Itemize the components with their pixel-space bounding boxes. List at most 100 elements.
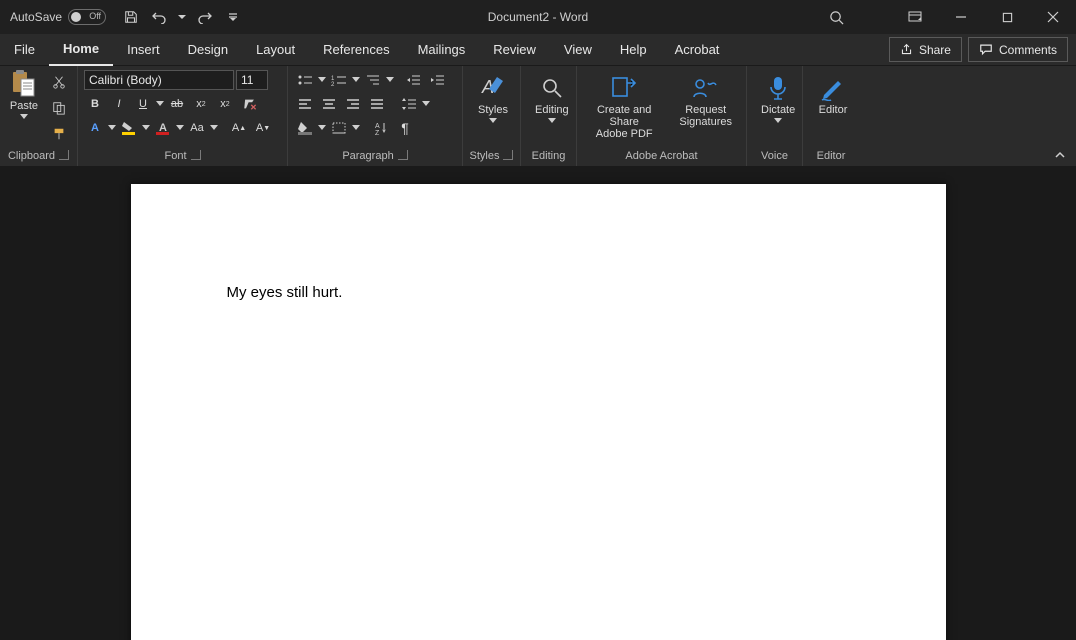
line-spacing-dropdown[interactable] bbox=[422, 94, 430, 114]
superscript-button[interactable]: x2 bbox=[214, 94, 236, 114]
collapse-ribbon-button[interactable] bbox=[1054, 150, 1066, 160]
underline-button[interactable]: U bbox=[132, 94, 154, 114]
change-case-dropdown[interactable] bbox=[210, 118, 218, 138]
copy-icon bbox=[52, 101, 66, 115]
close-button[interactable] bbox=[1030, 0, 1076, 34]
copy-button[interactable] bbox=[48, 98, 70, 118]
search-button[interactable] bbox=[826, 7, 846, 27]
line-spacing-button[interactable] bbox=[398, 94, 420, 114]
tab-mailings[interactable]: Mailings bbox=[404, 34, 480, 66]
microphone-icon bbox=[767, 75, 789, 101]
font-size-select[interactable]: 11 bbox=[236, 70, 268, 90]
tab-references[interactable]: References bbox=[309, 34, 403, 66]
bold-button[interactable]: B bbox=[84, 94, 106, 114]
grow-font-button[interactable]: A▲ bbox=[228, 118, 250, 138]
multilevel-dropdown[interactable] bbox=[386, 70, 394, 90]
format-painter-button[interactable] bbox=[48, 124, 70, 144]
shading-button[interactable] bbox=[294, 118, 316, 138]
tab-layout[interactable]: Layout bbox=[242, 34, 309, 66]
autosave-toggle[interactable]: Off bbox=[68, 9, 106, 25]
redo-button[interactable] bbox=[196, 8, 214, 26]
comments-button[interactable]: Comments bbox=[968, 37, 1068, 62]
dictate-button[interactable]: Dictate bbox=[753, 70, 803, 128]
text-effects-dropdown[interactable] bbox=[108, 118, 116, 138]
save-icon bbox=[124, 10, 138, 24]
ribbon-tabs: FileHomeInsertDesignLayoutReferencesMail… bbox=[0, 34, 1076, 66]
highlight-dropdown[interactable] bbox=[142, 118, 150, 138]
styles-launcher[interactable] bbox=[503, 150, 513, 160]
decrease-indent-icon bbox=[406, 74, 420, 86]
share-icon bbox=[900, 43, 913, 56]
styles-button[interactable]: A Styles bbox=[469, 70, 517, 128]
editor-button[interactable]: Editor bbox=[809, 70, 857, 120]
undo-button[interactable] bbox=[150, 8, 168, 26]
borders-dropdown[interactable] bbox=[352, 118, 360, 138]
document-body-text[interactable]: My eyes still hurt. bbox=[227, 284, 850, 301]
undo-icon bbox=[151, 10, 167, 24]
paragraph-launcher[interactable] bbox=[398, 150, 408, 160]
tab-design[interactable]: Design bbox=[174, 34, 242, 66]
chevron-up-icon bbox=[1054, 150, 1066, 160]
decrease-indent-button[interactable] bbox=[402, 70, 424, 90]
share-button[interactable]: Share bbox=[889, 37, 962, 62]
highlight-button[interactable] bbox=[118, 118, 140, 138]
numbering-button[interactable]: 12 bbox=[328, 70, 350, 90]
editing-group-label: Editing bbox=[532, 150, 566, 162]
comments-label: Comments bbox=[999, 43, 1057, 57]
borders-button[interactable] bbox=[328, 118, 350, 138]
create-share-pdf-button[interactable]: Create and ShareAdobe PDF bbox=[583, 70, 665, 144]
styles-label: Styles bbox=[478, 104, 508, 116]
bullets-dropdown[interactable] bbox=[318, 70, 326, 90]
tab-file[interactable]: File bbox=[0, 34, 49, 66]
sort-button[interactable]: AZ bbox=[370, 118, 392, 138]
shrink-font-button[interactable]: A▼ bbox=[252, 118, 274, 138]
show-hide-button[interactable]: ¶ bbox=[394, 118, 416, 138]
subscript-button[interactable]: x2 bbox=[190, 94, 212, 114]
tab-home[interactable]: Home bbox=[49, 34, 113, 66]
font-color-dropdown[interactable] bbox=[176, 118, 184, 138]
cut-button[interactable] bbox=[48, 72, 70, 92]
change-case-button[interactable]: Aa bbox=[186, 118, 208, 138]
tab-help[interactable]: Help bbox=[606, 34, 661, 66]
shading-dropdown[interactable] bbox=[318, 118, 326, 138]
increase-indent-button[interactable] bbox=[426, 70, 448, 90]
clear-formatting-button[interactable] bbox=[238, 94, 260, 114]
justify-icon bbox=[370, 98, 384, 110]
share-label: Share bbox=[919, 43, 951, 57]
bullets-button[interactable] bbox=[294, 70, 316, 90]
document-area[interactable]: My eyes still hurt. bbox=[0, 166, 1076, 640]
clipboard-launcher[interactable] bbox=[59, 150, 69, 160]
tab-acrobat[interactable]: Acrobat bbox=[661, 34, 734, 66]
save-button[interactable] bbox=[122, 8, 140, 26]
tab-insert[interactable]: Insert bbox=[113, 34, 174, 66]
page[interactable]: My eyes still hurt. bbox=[131, 184, 946, 640]
align-right-button[interactable] bbox=[342, 94, 364, 114]
svg-text:2: 2 bbox=[331, 82, 335, 86]
close-icon bbox=[1047, 11, 1059, 23]
justify-button[interactable] bbox=[366, 94, 388, 114]
tab-view[interactable]: View bbox=[550, 34, 606, 66]
group-editor: Editor Editor bbox=[803, 66, 859, 166]
text-effects-button[interactable]: A bbox=[84, 118, 106, 138]
underline-dropdown[interactable] bbox=[156, 94, 164, 114]
strikethrough-button[interactable]: ab bbox=[166, 94, 188, 114]
align-center-button[interactable] bbox=[318, 94, 340, 114]
minimize-icon bbox=[955, 11, 967, 23]
minimize-button[interactable] bbox=[938, 0, 984, 34]
font-color-button[interactable]: A bbox=[152, 118, 174, 138]
maximize-button[interactable] bbox=[984, 0, 1030, 34]
paste-button[interactable]: Paste bbox=[6, 70, 42, 120]
qat-customize[interactable] bbox=[224, 8, 242, 26]
font-launcher[interactable] bbox=[191, 150, 201, 160]
request-signatures-button[interactable]: RequestSignatures bbox=[671, 70, 740, 132]
editing-button[interactable]: Editing bbox=[527, 70, 577, 128]
align-left-button[interactable] bbox=[294, 94, 316, 114]
tab-review[interactable]: Review bbox=[479, 34, 550, 66]
numbering-dropdown[interactable] bbox=[352, 70, 360, 90]
ribbon-display-options[interactable] bbox=[892, 0, 938, 34]
group-clipboard: Paste Clipboard bbox=[0, 66, 78, 166]
multilevel-list-button[interactable] bbox=[362, 70, 384, 90]
undo-dropdown[interactable] bbox=[178, 7, 186, 27]
font-name-select[interactable]: Calibri (Body) bbox=[84, 70, 234, 90]
italic-button[interactable]: I bbox=[108, 94, 130, 114]
